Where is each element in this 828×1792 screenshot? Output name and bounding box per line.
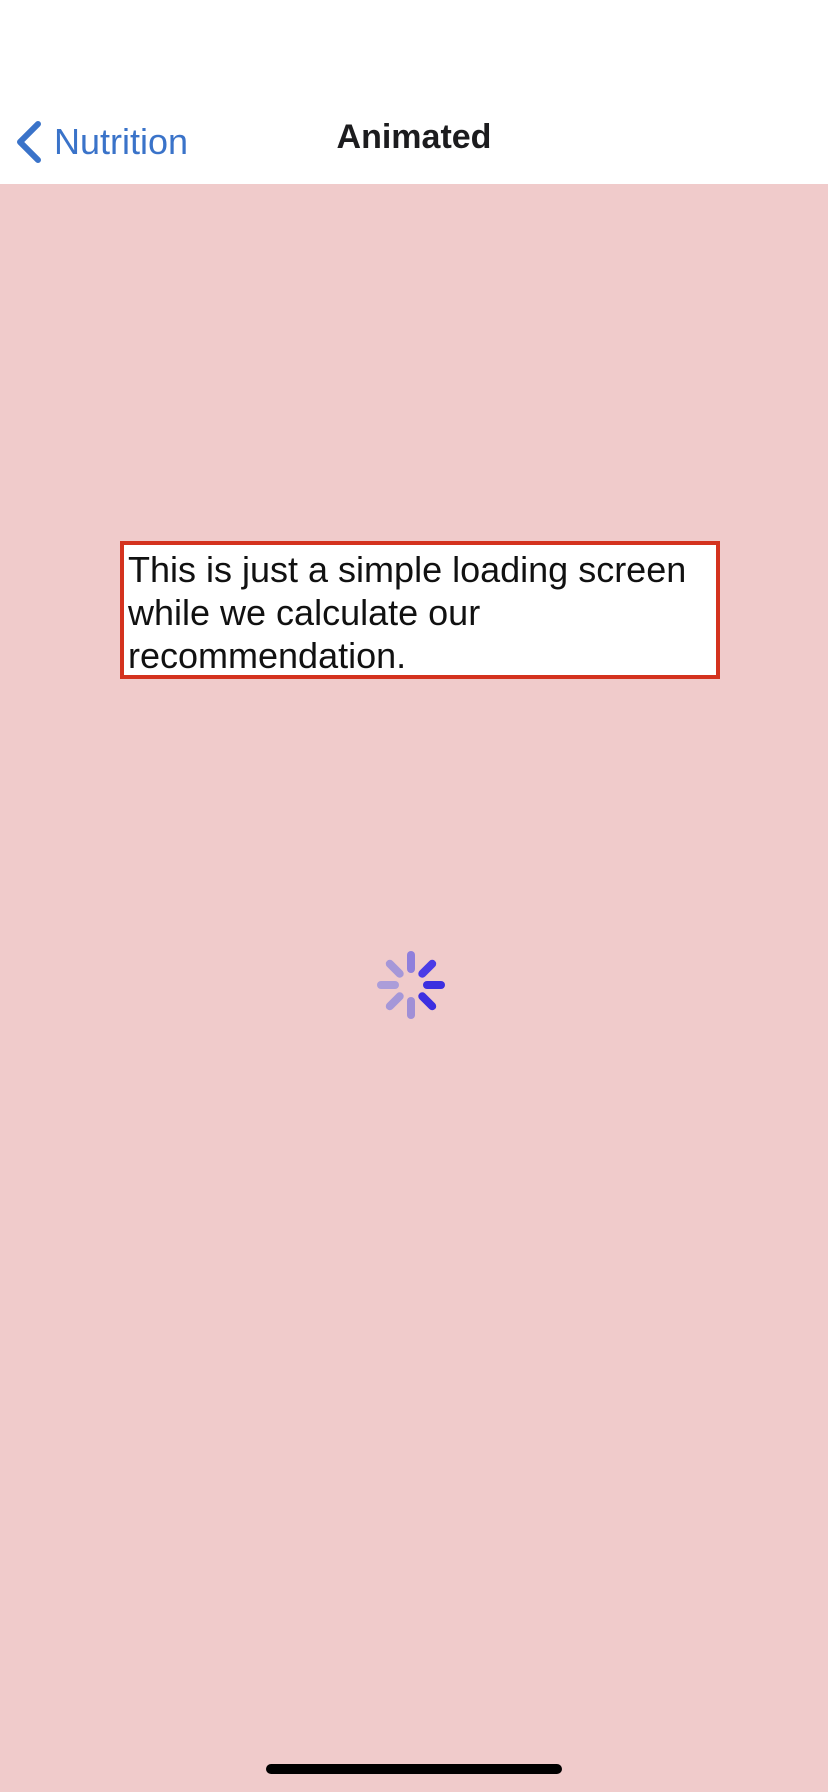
loading-message: This is just a simple loading screen whi…	[120, 541, 720, 679]
home-indicator[interactable]	[266, 1764, 562, 1774]
navigation-bar: Nutrition Animated	[0, 0, 828, 184]
page-title: Animated	[336, 118, 492, 156]
loading-spinner-icon	[377, 951, 445, 1019]
